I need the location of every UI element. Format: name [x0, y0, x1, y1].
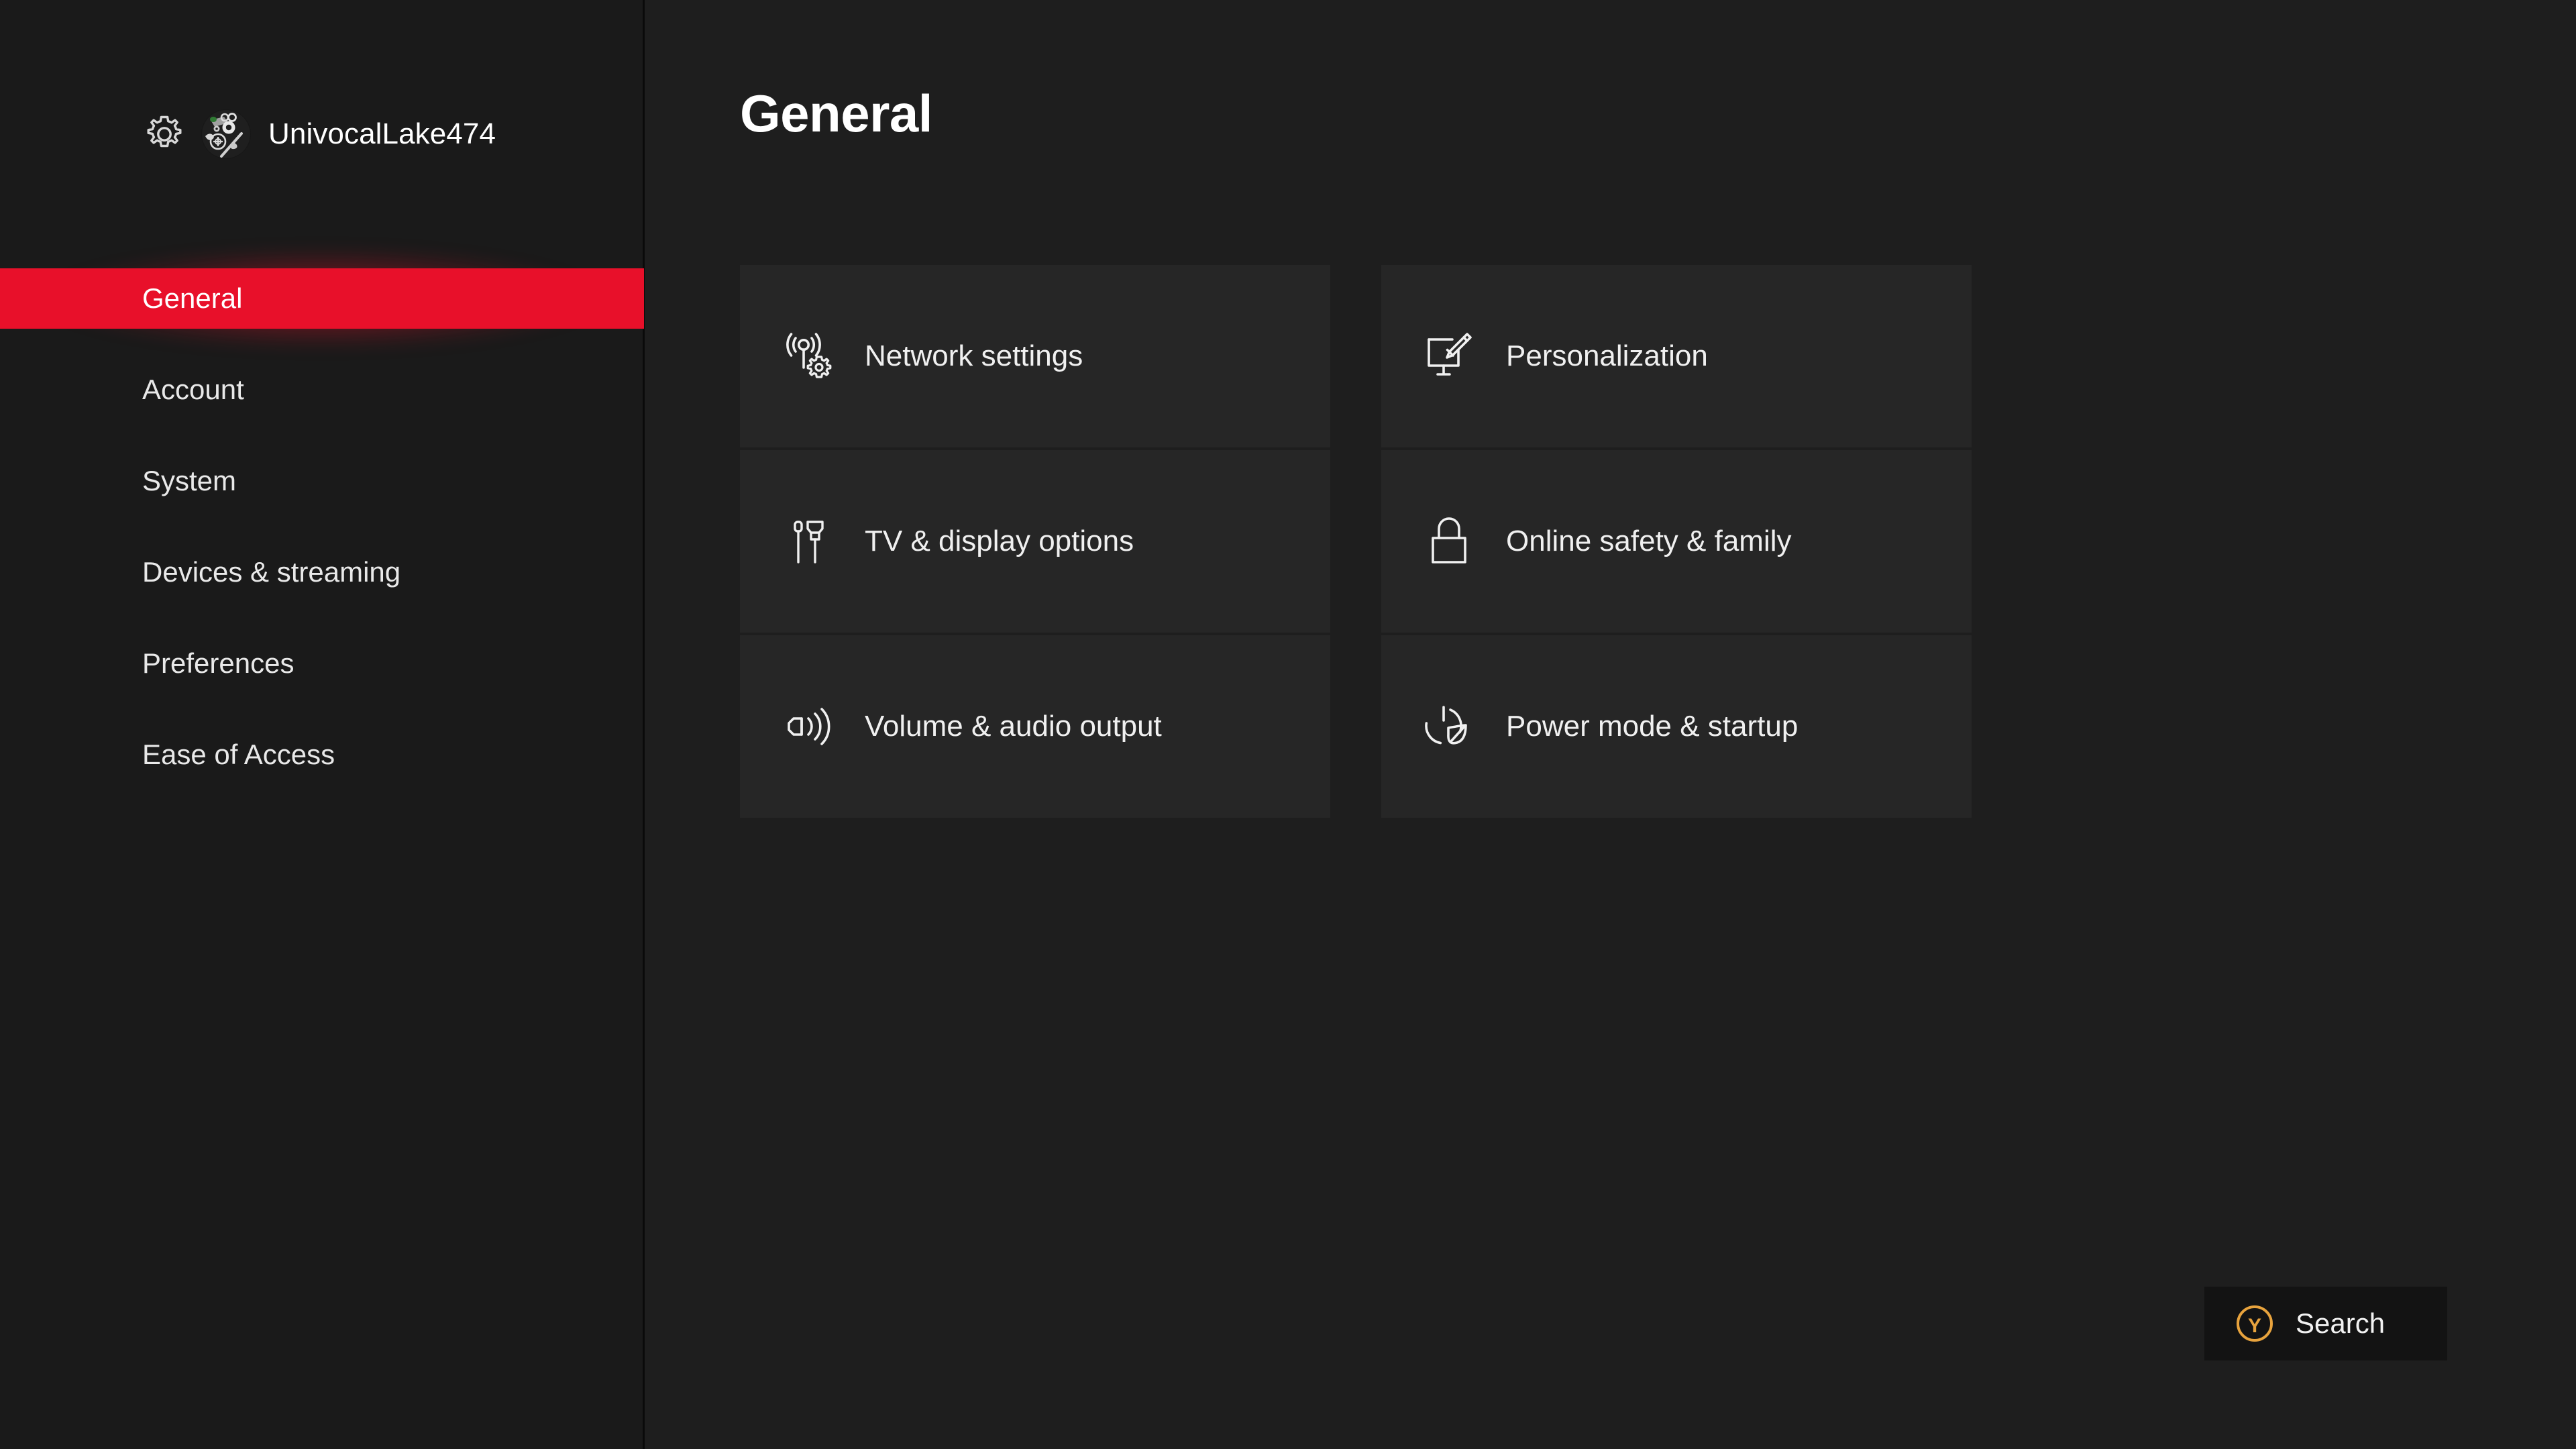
sidebar-item-ease-of-access[interactable]: Ease of Access	[0, 724, 644, 785]
sidebar-item-account[interactable]: Account	[0, 360, 644, 420]
selection-bar	[0, 268, 644, 329]
sidebar-item-label: Ease of Access	[142, 741, 335, 769]
sidebar-item-label: Devices & streaming	[142, 558, 400, 586]
tile-network-settings[interactable]: Network settings	[740, 265, 1330, 447]
tile-label: TV & display options	[865, 527, 1134, 556]
speaker-sound-waves-icon	[782, 700, 834, 753]
sidebar-item-label: Account	[142, 376, 244, 404]
gamertag-label: UnivocalLake474	[268, 117, 496, 151]
sidebar-item-label: System	[142, 467, 236, 495]
tile-label: Personalization	[1506, 341, 1708, 371]
tile-label: Online safety & family	[1506, 527, 1792, 556]
y-button-glyph: Y	[2248, 1315, 2261, 1337]
power-leaf-icon	[1423, 700, 1475, 753]
sidebar-item-general[interactable]: General	[0, 268, 644, 329]
tile-label: Volume & audio output	[865, 712, 1162, 741]
sidebar-nav: General Account System Devices & streami…	[0, 268, 644, 785]
tile-power-mode-startup[interactable]: Power mode & startup	[1381, 635, 1972, 818]
settings-tile-grid: Network settings Personalization	[740, 265, 1972, 818]
main-content: General	[645, 0, 2576, 1449]
avatar	[201, 109, 251, 159]
tile-online-safety-family[interactable]: Online safety & family	[1381, 450, 1972, 633]
monitor-paintbrush-icon	[1423, 330, 1475, 382]
xbox-settings-screen: UnivocalLake474 General Account System D…	[0, 0, 2576, 1449]
gear-icon	[142, 112, 186, 156]
tile-label: Network settings	[865, 341, 1083, 371]
sidebar-item-devices-streaming[interactable]: Devices & streaming	[0, 542, 644, 602]
profile-row[interactable]: UnivocalLake474	[142, 99, 496, 169]
page-title: General	[740, 87, 932, 140]
sidebar-item-system[interactable]: System	[0, 451, 644, 511]
search-button[interactable]: Y Search	[2204, 1287, 2447, 1360]
sidebar-item-label: General	[142, 284, 242, 313]
sidebar-item-label: Preferences	[142, 649, 294, 678]
padlock-icon	[1423, 515, 1475, 568]
network-antenna-gear-icon	[782, 330, 834, 382]
tile-label: Power mode & startup	[1506, 712, 1798, 741]
sidebar-item-preferences[interactable]: Preferences	[0, 633, 644, 694]
sidebar: UnivocalLake474 General Account System D…	[0, 0, 644, 1449]
tile-tv-display-options[interactable]: TV & display options	[740, 450, 1330, 633]
y-button-icon: Y	[2234, 1303, 2275, 1344]
tile-volume-audio-output[interactable]: Volume & audio output	[740, 635, 1330, 818]
tile-personalization[interactable]: Personalization	[1381, 265, 1972, 447]
hdmi-cable-connector-icon	[782, 515, 834, 568]
search-label: Search	[2296, 1309, 2385, 1338]
